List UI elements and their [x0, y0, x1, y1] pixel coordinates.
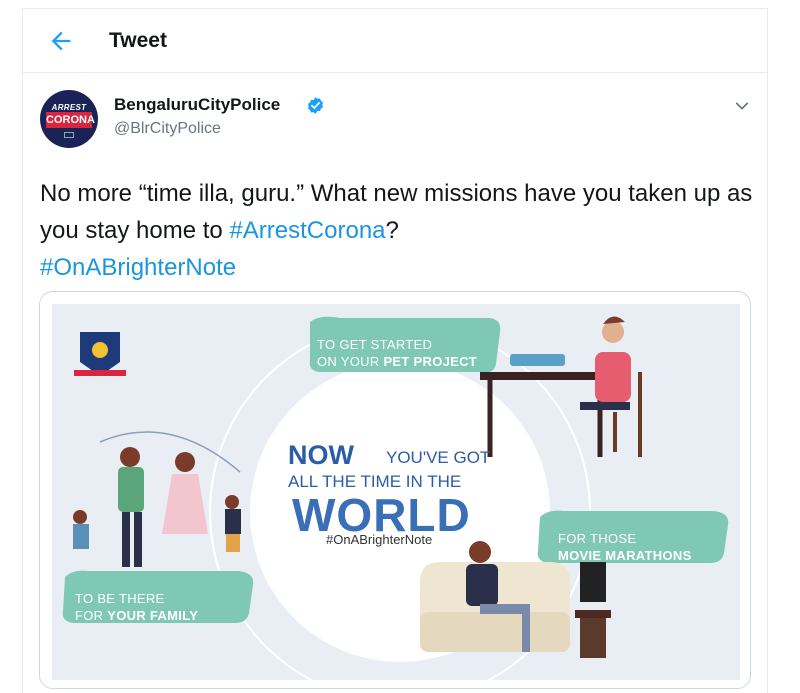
pet-project-label-prefix: ON YOUR: [317, 354, 384, 369]
avatar[interactable]: ARREST CORONA: [40, 90, 98, 148]
page-title: Tweet: [109, 29, 167, 52]
pet-project-label-line1: TO GET STARTED: [317, 337, 433, 352]
pet-project-label-line2: ON YOUR PET PROJECT: [317, 353, 477, 370]
hashtag-link-arrestcorona[interactable]: #ArrestCorona: [229, 217, 385, 244]
author-handle[interactable]: @BlrCityPolice: [114, 120, 221, 138]
family-label-line2: FOR YOUR FAMILY: [75, 607, 198, 624]
family-label-bold: YOUR FAMILY: [107, 608, 199, 623]
author-name[interactable]: BengaluruCityPolice: [114, 95, 280, 115]
avatar-text-main: CORONA: [46, 112, 95, 128]
movie-label-line1: FOR THOSE: [558, 531, 637, 546]
headline-hashtag: #OnABrighterNote: [326, 532, 433, 547]
movie-label-line2: MOVIE MARATHONS: [558, 548, 692, 563]
chevron-down-icon[interactable]: [733, 97, 751, 115]
avatar-mark: [64, 132, 74, 138]
hashtag-link-onabrighternote[interactable]: #OnABrighterNote: [40, 254, 236, 281]
avatar-text-top: ARREST: [51, 103, 87, 112]
arrow-left-icon[interactable]: [47, 27, 75, 55]
verified-badge-icon: [307, 97, 324, 114]
family-label-prefix: FOR: [75, 608, 108, 623]
tweet-text-part2: ?: [385, 217, 399, 244]
page-header: Tweet: [23, 9, 767, 73]
media-card[interactable]: TO GET STARTED ON YOUR PET PROJECT NOW Y…: [39, 291, 751, 689]
tweet-detail-panel: Tweet ARREST CORONA BengaluruCityPolice …: [22, 8, 768, 693]
movie-marathons-label: FOR THOSE MOVIE MARATHONS: [558, 530, 692, 564]
headline-youve-got: YOU'VE GOT: [386, 448, 491, 467]
pet-project-label: TO GET STARTED ON YOUR PET PROJECT: [317, 336, 477, 370]
pet-project-label-bold: PET PROJECT: [383, 354, 478, 369]
family-label: TO BE THERE FOR YOUR FAMILY: [75, 590, 198, 624]
tweet-text: No more “time illa, guru.” What new miss…: [40, 175, 755, 286]
family-label-line1: TO BE THERE: [75, 591, 165, 606]
headline-now: NOW: [288, 440, 354, 470]
